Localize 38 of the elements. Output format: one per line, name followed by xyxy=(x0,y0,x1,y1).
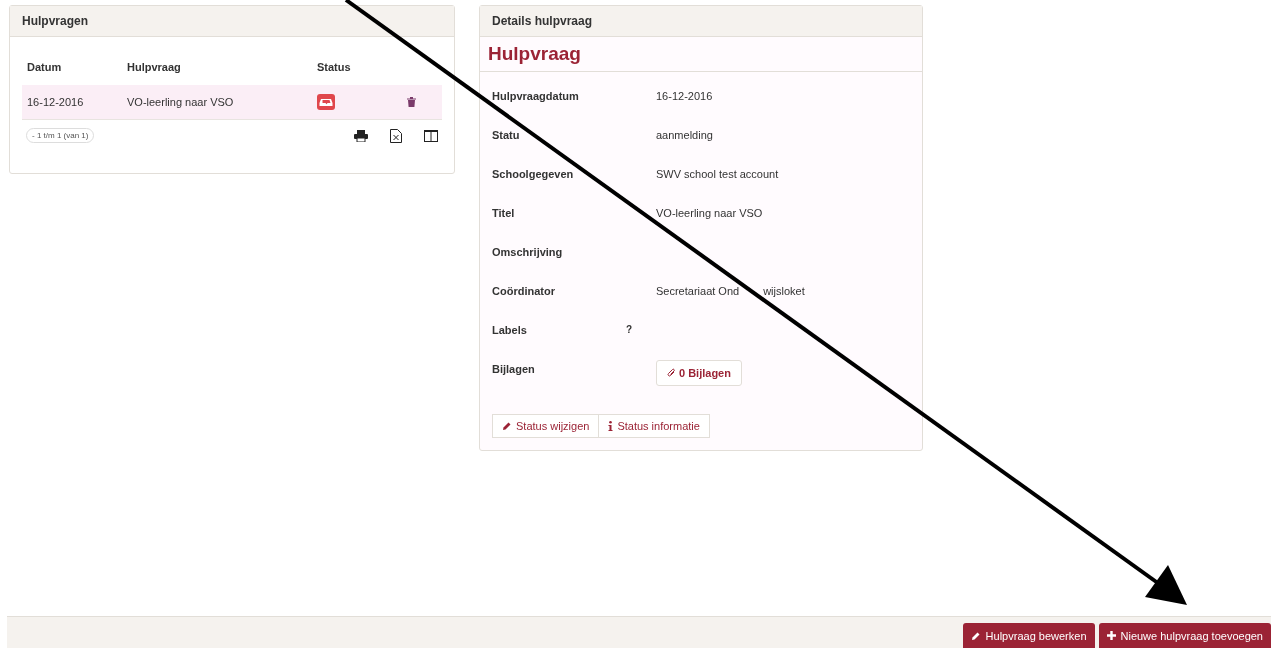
excel-export-button[interactable] xyxy=(390,128,402,143)
footer-button[interactable]: Nieuwe hulpvraag toevoegen xyxy=(1098,623,1271,648)
column-header: Status xyxy=(316,60,352,75)
field-value: aanmelding xyxy=(656,129,714,141)
info-icon xyxy=(608,421,614,431)
pencil-icon xyxy=(970,630,981,641)
field-label: Coördinator xyxy=(492,285,556,297)
table-cell: VO-leerling naar VSO xyxy=(127,96,234,108)
table-cell: 16-12-2016 xyxy=(27,96,84,108)
field-label: Labels xyxy=(492,324,528,336)
field-value: SWV school test account xyxy=(656,168,780,180)
help-mark[interactable]: ? xyxy=(626,324,656,335)
field-value: wijsloket xyxy=(763,285,805,297)
print-button[interactable] xyxy=(354,129,368,142)
field-label: Hulpvraagdatum xyxy=(492,90,580,102)
field-value: 16-12-2016 xyxy=(656,90,714,102)
panel-title: Details hulpvraag xyxy=(492,14,593,28)
column-header: Hulpvraag xyxy=(126,60,182,75)
paperclip-icon xyxy=(667,368,676,378)
field-label: Schoolgegeven xyxy=(492,168,575,180)
inbox-icon xyxy=(317,94,335,110)
column-header: Datum xyxy=(26,60,63,75)
status-button[interactable]: Status wijzigen xyxy=(492,414,600,438)
field-label: Omschrijving xyxy=(492,246,564,258)
delete-button[interactable] xyxy=(407,97,416,107)
section-heading: Hulpvraag xyxy=(488,43,581,64)
panel-title: Hulpvragen xyxy=(22,14,88,28)
field-label: Bijlagen xyxy=(492,363,536,375)
field-label: Statu xyxy=(492,129,521,141)
footer-button[interactable]: Hulpvraag bewerken xyxy=(962,623,1095,648)
field-value: Secretariaat Ond xyxy=(656,285,740,297)
columns-button[interactable] xyxy=(424,129,438,142)
attachments-button[interactable]: 0 Bijlagen xyxy=(656,360,742,386)
pencil-icon xyxy=(502,421,512,431)
field-label: Titel xyxy=(492,207,516,219)
status-button[interactable]: Status informatie xyxy=(599,414,710,438)
field-value: VO-leerling naar VSO xyxy=(656,207,764,219)
plus-icon xyxy=(1106,631,1116,640)
